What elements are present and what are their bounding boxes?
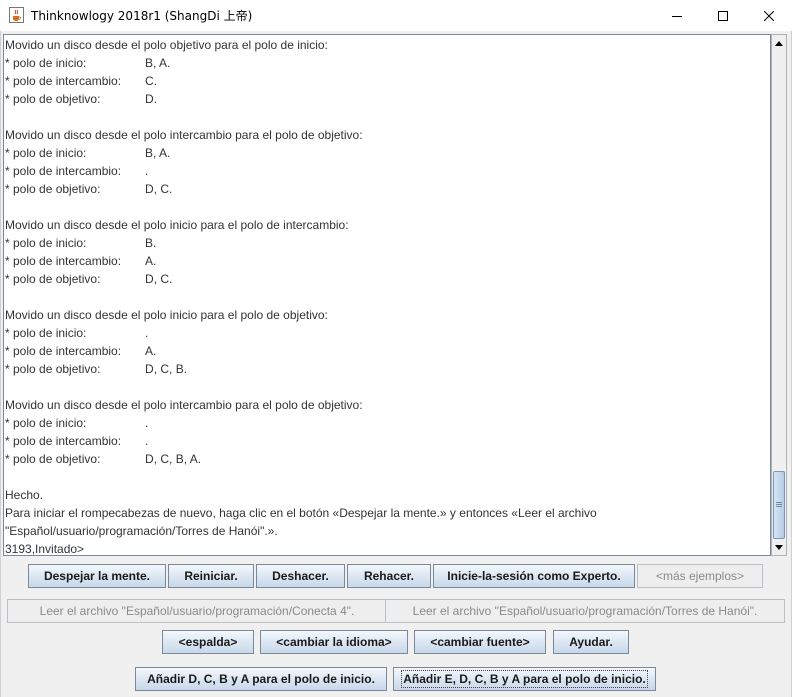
scroll-thumb[interactable] xyxy=(773,471,785,539)
scroll-up-button[interactable] xyxy=(772,36,786,50)
window-title: Thinknowlogy 2018r1 (ShangDi 上帝) xyxy=(31,9,253,23)
close-button[interactable] xyxy=(746,0,792,31)
output-text-area[interactable]: Movido un disco desde el polo objetivo p… xyxy=(3,34,771,556)
scroll-down-button[interactable] xyxy=(772,540,786,554)
read-hanoi-button[interactable]: Leer el archivo "Español/usuario/program… xyxy=(385,599,785,623)
title-bar: Thinknowlogy 2018r1 (ShangDi 上帝) xyxy=(0,0,792,31)
java-cup-icon xyxy=(9,7,24,23)
vertical-scrollbar[interactable] xyxy=(771,34,787,556)
restart-label: Reiniciar. xyxy=(184,569,238,583)
clear-mind-button[interactable]: Despejar la mente. xyxy=(28,564,166,588)
close-icon xyxy=(764,10,774,21)
grip-line xyxy=(776,506,782,507)
arrow-up-icon xyxy=(775,40,783,46)
login-expert-button[interactable]: Inicie-la-sesión como Experto. xyxy=(433,564,635,588)
clear-mind-label: Despejar la mente. xyxy=(43,569,151,583)
add-dcba-label: Añadir D, C, B y A para el polo de inici… xyxy=(147,672,375,686)
arrow-down-icon xyxy=(775,544,783,550)
minimize-icon xyxy=(672,15,682,17)
add-edcba-button[interactable]: Añadir E, D, C, B y A para el polo de in… xyxy=(393,667,656,691)
grip-line xyxy=(776,504,782,505)
maximize-button[interactable] xyxy=(700,0,746,31)
undo-label: Deshacer. xyxy=(272,569,329,583)
read-connect4-button[interactable]: Leer el archivo "Español/usuario/program… xyxy=(7,599,387,623)
add-dcba-button[interactable]: Añadir D, C, B y A para el polo de inici… xyxy=(135,667,387,691)
read-connect4-label: Leer el archivo "Español/usuario/program… xyxy=(39,604,355,618)
help-label: Ayudar. xyxy=(569,635,613,649)
undo-button[interactable]: Deshacer. xyxy=(256,564,345,588)
change-font-button[interactable]: <cambiar fuente> xyxy=(414,630,546,654)
maximize-icon xyxy=(718,10,728,21)
restart-button[interactable]: Reiniciar. xyxy=(168,564,254,588)
more-examples-label: <más ejemplos> xyxy=(655,569,745,583)
minimize-button[interactable] xyxy=(654,0,700,31)
more-examples-button[interactable]: <más ejemplos> xyxy=(637,564,763,588)
redo-label: Rehacer. xyxy=(363,569,415,583)
change-font-label: <cambiar fuente> xyxy=(430,635,530,649)
read-hanoi-label: Leer el archivo "Español/usuario/program… xyxy=(412,604,758,618)
help-button[interactable]: Ayudar. xyxy=(553,630,629,654)
login-expert-label: Inicie-la-sesión como Experto. xyxy=(447,569,621,583)
redo-button[interactable]: Rehacer. xyxy=(347,564,431,588)
grip-line xyxy=(776,502,782,503)
add-edcba-label: Añadir E, D, C, B y A para el polo de in… xyxy=(401,670,648,688)
change-language-label: <cambiar la idioma> xyxy=(276,635,392,649)
back-label: <espalda> xyxy=(178,635,238,649)
output-text: Movido un disco desde el polo objetivo p… xyxy=(5,38,597,556)
change-language-button[interactable]: <cambiar la idioma> xyxy=(260,630,408,654)
back-button[interactable]: <espalda> xyxy=(162,630,254,654)
